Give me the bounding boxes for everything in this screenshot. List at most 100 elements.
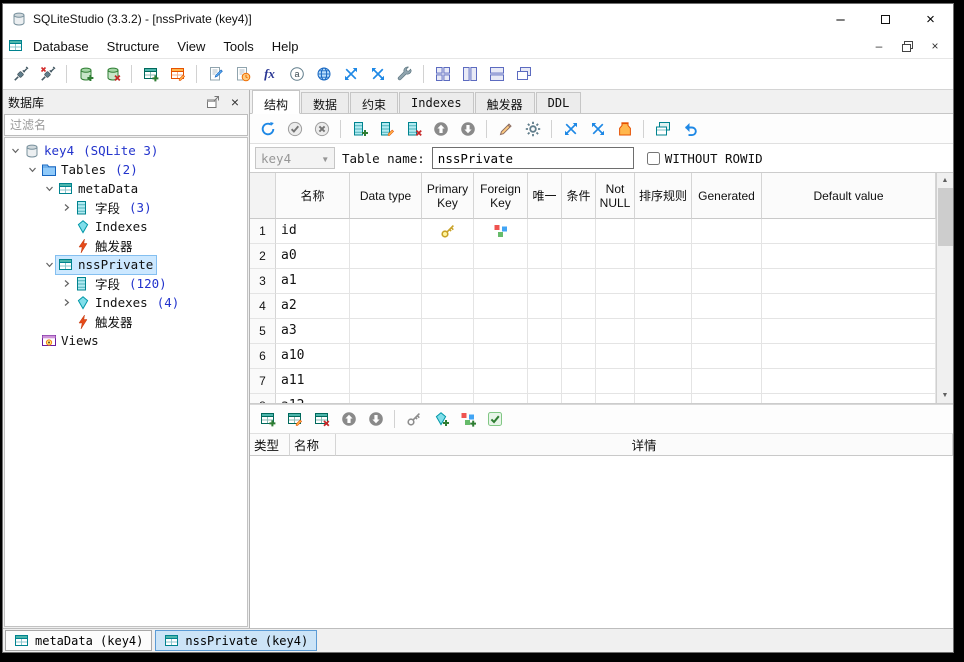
- cell[interactable]: [692, 219, 762, 244]
- cell[interactable]: [562, 244, 596, 269]
- chevron-expanded-icon[interactable]: [26, 165, 39, 175]
- scroll-up-icon[interactable]: ▲: [937, 173, 953, 188]
- scroll-down-icon[interactable]: ▼: [937, 388, 953, 403]
- column-header-5[interactable]: 条件: [562, 173, 596, 219]
- cell[interactable]: [692, 319, 762, 344]
- cell[interactable]: [692, 269, 762, 294]
- database-combo[interactable]: key4 ▾: [255, 147, 335, 169]
- table-options-button[interactable]: [519, 116, 546, 141]
- add-column-button[interactable]: [346, 116, 373, 141]
- configuration-button[interactable]: [391, 62, 418, 87]
- tab-结构[interactable]: 结构: [252, 90, 300, 114]
- chevron-collapsed-icon[interactable]: [60, 279, 73, 289]
- cell[interactable]: [596, 219, 635, 244]
- taskbar-button[interactable]: nssPrivate (key4): [155, 630, 317, 651]
- tree-item-nssPrivate[interactable]: nssPrivate: [5, 255, 247, 274]
- grid-vertical-scrollbar[interactable]: ▲ ▼: [936, 173, 953, 403]
- cell[interactable]: [350, 344, 422, 369]
- cell[interactable]: [762, 394, 936, 403]
- add-constraint-button[interactable]: [254, 407, 281, 432]
- disconnect-button[interactable]: [34, 62, 61, 87]
- edit-constraint-button[interactable]: [281, 407, 308, 432]
- tab-Indexes[interactable]: Indexes: [399, 92, 474, 113]
- open-ddl-history-button[interactable]: [229, 62, 256, 87]
- maximize-button[interactable]: [863, 4, 908, 34]
- create-similar-table-button[interactable]: [649, 116, 676, 141]
- cell[interactable]: [762, 344, 936, 369]
- menu-view[interactable]: View: [168, 36, 214, 57]
- cell[interactable]: [596, 244, 635, 269]
- cell[interactable]: [350, 219, 422, 244]
- mdi-minimize-button[interactable]: –: [866, 36, 892, 56]
- row-number[interactable]: 2: [250, 244, 276, 269]
- cell[interactable]: [528, 394, 562, 403]
- tree-item-nssPrivate-columns[interactable]: 字段(120): [5, 274, 247, 293]
- cell[interactable]: [350, 394, 422, 403]
- tree-item-key4[interactable]: key4(SQLite 3): [5, 141, 247, 160]
- cell[interactable]: [762, 219, 936, 244]
- cell[interactable]: [528, 219, 562, 244]
- tree-filter-input[interactable]: [4, 114, 248, 136]
- tree-item-metaData[interactable]: metaData: [5, 179, 247, 198]
- cell[interactable]: [762, 244, 936, 269]
- cell[interactable]: [692, 344, 762, 369]
- tree-item-nssPrivate-triggers[interactable]: 触发器: [5, 312, 247, 331]
- add-database-button[interactable]: [72, 62, 99, 87]
- chevron-collapsed-icon[interactable]: [60, 203, 73, 213]
- float-panel-button[interactable]: [204, 93, 222, 111]
- close-panel-button[interactable]: ×: [226, 93, 244, 111]
- chevron-expanded-icon[interactable]: [43, 184, 56, 194]
- move-column-up-button[interactable]: [427, 116, 454, 141]
- tab-触发器[interactable]: 触发器: [475, 92, 535, 113]
- rename-table-button[interactable]: [492, 116, 519, 141]
- edit-table-button[interactable]: [164, 62, 191, 87]
- cell[interactable]: [474, 319, 528, 344]
- cell[interactable]: [692, 294, 762, 319]
- cell[interactable]: [762, 319, 936, 344]
- mdi-tile-vertical-button[interactable]: [456, 62, 483, 87]
- create-table-button[interactable]: [137, 62, 164, 87]
- add-foreign-key-button[interactable]: [454, 407, 481, 432]
- cell-column-name[interactable]: a10: [276, 344, 350, 369]
- tree-item-metaData-columns[interactable]: 字段(3): [5, 198, 247, 217]
- cell[interactable]: [528, 369, 562, 394]
- cell-column-name[interactable]: a3: [276, 319, 350, 344]
- mdi-restore-button[interactable]: [894, 36, 920, 56]
- menu-database[interactable]: Database: [24, 36, 98, 57]
- column-header-3[interactable]: Foreign Key: [474, 173, 528, 219]
- cell[interactable]: [474, 344, 528, 369]
- menu-structure[interactable]: Structure: [98, 36, 169, 57]
- constraints-column-header-0[interactable]: 类型: [250, 434, 290, 456]
- close-button[interactable]: ×: [908, 4, 953, 34]
- cell[interactable]: [762, 269, 936, 294]
- constraints-column-header-2[interactable]: 详情: [336, 434, 953, 456]
- cell[interactable]: [635, 219, 692, 244]
- tab-数据[interactable]: 数据: [301, 92, 349, 113]
- cell[interactable]: [562, 269, 596, 294]
- commit-structure-button[interactable]: [281, 116, 308, 141]
- connect-button[interactable]: [7, 62, 34, 87]
- column-header-7[interactable]: 排序规则: [635, 173, 692, 219]
- cell[interactable]: [635, 344, 692, 369]
- cell[interactable]: [692, 244, 762, 269]
- chevron-collapsed-icon[interactable]: [60, 298, 73, 308]
- cell-column-name[interactable]: a1: [276, 269, 350, 294]
- cell[interactable]: [635, 269, 692, 294]
- cell-column-name[interactable]: a11: [276, 369, 350, 394]
- refresh-structure-button[interactable]: [254, 116, 281, 141]
- undo-button[interactable]: [676, 116, 703, 141]
- import-button[interactable]: [337, 62, 364, 87]
- add-index-button[interactable]: [427, 407, 454, 432]
- add-primary-key-button[interactable]: [400, 407, 427, 432]
- column-header-9[interactable]: Default value: [762, 173, 936, 219]
- cell[interactable]: [528, 294, 562, 319]
- cell[interactable]: [562, 344, 596, 369]
- menu-help[interactable]: Help: [263, 36, 308, 57]
- cell[interactable]: [474, 294, 528, 319]
- tab-约束[interactable]: 约束: [350, 92, 398, 113]
- cell[interactable]: [350, 294, 422, 319]
- cell[interactable]: [562, 319, 596, 344]
- cell[interactable]: [562, 294, 596, 319]
- cell-column-name[interactable]: id: [276, 219, 350, 244]
- tree-item-nssPrivate-indexes[interactable]: Indexes(4): [5, 293, 247, 312]
